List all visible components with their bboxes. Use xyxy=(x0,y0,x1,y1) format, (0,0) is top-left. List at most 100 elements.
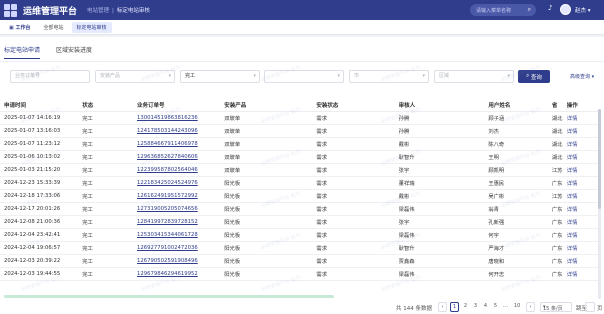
table-cell: 阳光板 xyxy=(224,267,317,281)
order-number-link[interactable]: 126927791002472036 xyxy=(137,241,225,255)
table-cell: 双玻单 xyxy=(224,124,317,138)
detail-link[interactable]: 详情 xyxy=(566,228,598,242)
tab-station-review[interactable]: 标定电站审核 xyxy=(71,21,112,33)
detail-link[interactable]: 详情 xyxy=(566,254,598,268)
order-number-link[interactable]: 125303415344061728 xyxy=(137,228,225,242)
query-button[interactable]: ⌕ 查询 xyxy=(518,70,550,83)
page-button[interactable]: 3 xyxy=(471,302,480,312)
order-number-link[interactable]: 126162491951572992 xyxy=(137,189,225,203)
filter-select-4[interactable]: ▾ xyxy=(264,70,344,83)
detail-link[interactable]: 详情 xyxy=(566,176,598,190)
table-cell: 完工 xyxy=(82,215,138,229)
order-number-input[interactable]: 业务订单号 xyxy=(10,70,90,83)
table-cell: 需求 xyxy=(316,228,399,242)
goto-page-input[interactable] xyxy=(585,302,595,312)
detail-link[interactable]: 详情 xyxy=(566,137,598,151)
order-number-link[interactable]: 122183425024524976 xyxy=(137,176,225,190)
page-ellipsis: … xyxy=(503,303,508,309)
table-cell: 广东 xyxy=(551,202,567,216)
subtab-station-apply[interactable]: 标定电站申请 xyxy=(4,45,41,59)
detail-link[interactable]: 详情 xyxy=(566,150,598,164)
page-button[interactable]: 10 xyxy=(512,302,522,312)
order-number-link[interactable]: 129636852627840606 xyxy=(137,150,225,164)
table-cell: 2024-12-18 17:33:06 xyxy=(0,189,83,203)
table-row: 2024-12-17 20:01:26 完工 127319005205074656 阳… xyxy=(0,202,598,216)
product-select[interactable]: 安装产品 ▾ xyxy=(95,70,175,83)
table-cell: 2024-12-03 19:44:55 xyxy=(0,267,83,281)
table-cell: 阳光板 xyxy=(224,189,317,203)
detail-link[interactable]: 详情 xyxy=(566,163,598,177)
advanced-query-link[interactable]: 高级查询 ▾ xyxy=(570,73,594,80)
col-header: 申请时间 xyxy=(0,99,83,112)
city-select[interactable]: 市 ▾ xyxy=(349,70,429,83)
table-cell: 完工 xyxy=(82,137,138,151)
prev-page-button[interactable]: ‹ xyxy=(438,302,447,312)
table-cell: 需求 xyxy=(316,254,399,268)
table-row: 2024-12-03 19:44:55 完工 129679846294619952 阳… xyxy=(0,267,598,281)
order-number-link[interactable]: 128419972839728152 xyxy=(137,215,225,229)
table-cell: 王惠民 xyxy=(488,176,552,190)
detail-link[interactable]: 详情 xyxy=(566,267,598,281)
breadcrumb-parent[interactable]: 电站管理 xyxy=(87,8,109,14)
table-cell: 需求 xyxy=(316,267,399,281)
table-cell: 孔新强 xyxy=(488,215,552,229)
region-select[interactable]: 区域 ▾ xyxy=(434,70,514,83)
avatar[interactable] xyxy=(560,4,571,15)
table-cell: 需求 xyxy=(316,176,399,190)
page-button[interactable]: 1 xyxy=(450,302,460,312)
table-cell: 完工 xyxy=(82,176,138,190)
col-header: 安装状态 xyxy=(316,99,399,112)
table-cell: 双玻单 xyxy=(224,163,317,177)
vertical-scrollbar[interactable] xyxy=(598,109,601,299)
divider xyxy=(0,61,604,62)
table-cell: 耿智升 xyxy=(398,150,489,164)
table-cell: 戴彬 xyxy=(398,189,489,203)
page-size-select[interactable]: 15 条/页 ▾ xyxy=(540,302,572,312)
next-page-button[interactable]: › xyxy=(526,302,535,312)
filter-bar: 业务订单号 安装产品 ▾ 完工 ▾ ▾ 市 ▾ 区域 ▾ ⌕ 查询 高级查询 ▾ xyxy=(0,70,604,84)
tab-home[interactable]: ▣ 工作台 xyxy=(4,22,35,33)
chevron-down-icon: ▾ xyxy=(253,73,256,79)
menu-search-input[interactable]: 请输入菜单名称 ⌕ xyxy=(470,4,536,16)
order-number-link[interactable]: 125884667911406978 xyxy=(137,137,225,151)
notification-icon[interactable]: ♪ xyxy=(548,4,552,12)
detail-link[interactable]: 详情 xyxy=(566,215,598,229)
page-button[interactable]: 2 xyxy=(461,302,470,312)
horizontal-scrollbar[interactable] xyxy=(4,295,334,298)
table-cell: 张宇 xyxy=(398,163,489,177)
table-cell: 2024-12-03 20:39:22 xyxy=(0,254,83,268)
page-button[interactable]: 5 xyxy=(491,302,500,312)
order-number-link[interactable]: 129679846294619952 xyxy=(137,267,225,281)
detail-link[interactable]: 详情 xyxy=(566,202,598,216)
table-cell: 阳光板 xyxy=(224,241,317,255)
search-icon[interactable]: ⌕ xyxy=(528,6,531,14)
table-cell: 阳光板 xyxy=(224,202,317,216)
order-number-link[interactable]: 126790502591908496 xyxy=(137,254,225,268)
subtab-install-progress[interactable]: 区域安装进度 xyxy=(56,45,92,59)
order-number-link[interactable]: 122399587802564046 xyxy=(137,163,225,177)
top-nav-bar: 运维管理平台 电站管理 | 标定电站审核 请输入菜单名称 ⌕ ♪ 赵杰 ▾ xyxy=(0,0,604,20)
table-row: 2024-12-04 23:42:41 完工 125303415344061728 阳… xyxy=(0,228,598,242)
table-header-row: 申请时间 状态 业务订单号 安装产品 安装状态 审核人 用户姓名 省 操作 xyxy=(0,99,598,112)
table-row: 2024-12-18 17:33:06 完工 126162491951572992 阳… xyxy=(0,189,598,203)
detail-link[interactable]: 详情 xyxy=(566,124,598,138)
table-row: 2025-01-06 10:13:02 完工 129636852627840606 双… xyxy=(0,150,598,164)
table-row: 2025-01-07 11:23:12 完工 125884667911406978 双… xyxy=(0,137,598,151)
col-header: 状态 xyxy=(82,99,138,112)
app-title: 运维管理平台 xyxy=(23,6,78,17)
order-number-link[interactable]: 124178503144243096 xyxy=(137,124,225,138)
table-row: 2025-01-03 21:15:20 完工 122399587802564046 双… xyxy=(0,163,598,177)
order-number-link[interactable]: 130014519863816236 xyxy=(137,111,225,125)
user-name[interactable]: 赵杰 ▾ xyxy=(575,6,591,14)
page-button[interactable]: 4 xyxy=(481,302,490,312)
detail-link[interactable]: 详情 xyxy=(566,111,598,125)
table-cell: 梁磊伟 xyxy=(398,228,489,242)
detail-link[interactable]: 详情 xyxy=(566,189,598,203)
detail-link[interactable]: 详情 xyxy=(566,241,598,255)
table-cell: 需求 xyxy=(316,163,399,177)
table-cell: 翁青 xyxy=(488,202,552,216)
status-select[interactable]: 完工 ▾ xyxy=(180,70,260,83)
order-number-link[interactable]: 127319005205074656 xyxy=(137,202,225,216)
tab-all-stations[interactable]: 全部电站 xyxy=(38,22,68,33)
table-cell: 广东 xyxy=(551,254,567,268)
